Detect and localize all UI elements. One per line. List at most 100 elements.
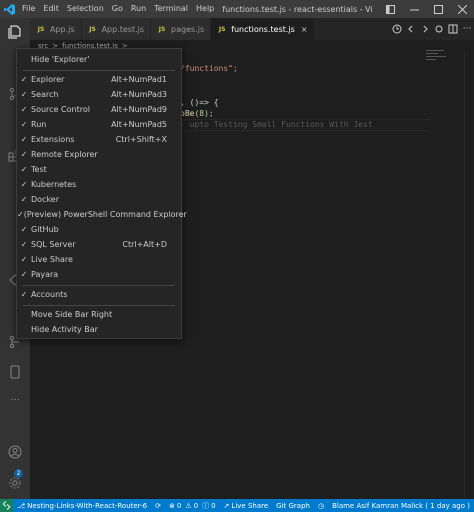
remote-indicator-icon[interactable] [0,499,14,512]
menu-item-powershell-explorer[interactable]: ✓ (Preview) PowerShell Command Explorer [17,207,187,221]
menu-terminal[interactable]: Terminal [150,0,192,18]
payara-icon[interactable] [5,362,25,382]
menu-item-hide-explorer[interactable]: Hide 'Explorer' [17,52,181,66]
tab-label: App.test.js [101,24,145,34]
minimap[interactable] [424,48,464,62]
menu-separator [23,305,175,306]
menu-item-label: Run [31,119,47,129]
settings-icon[interactable] [5,473,25,493]
menu-item-move-side-bar-right[interactable]: Move Side Bar Right [17,307,181,321]
menu-item-run[interactable]: ✓ Run Alt+NumPad5 [17,117,181,131]
menu-run[interactable]: Run [127,0,150,18]
open-changes-icon[interactable] [432,18,446,40]
menu-item-label: Test [31,164,47,174]
problems-item[interactable]: ⊗ 0 ⚠ 0 ⓘ 0 [165,501,220,511]
code-fn: oBe [180,109,195,118]
menu-selection[interactable]: Selection [63,0,108,18]
menu-item-label: Docker [31,194,60,204]
git-branch-icon: ⎇ [17,501,26,510]
js-icon: JS [158,25,166,33]
live-share-item[interactable]: ↗ Live Share [220,502,273,510]
menu-item-hide-activity-bar[interactable]: Hide Activity Bar [17,322,181,336]
timeline-icon[interactable] [390,18,404,40]
check-icon: ✓ [20,74,28,84]
split-editor-icon[interactable] [446,18,460,40]
menu-item-kubernetes[interactable]: ✓ Kubernetes [17,177,181,191]
check-icon: ✓ [20,134,28,144]
tab-label: functions.test.js [231,24,295,34]
tab-pages-js[interactable]: JS pages.js [151,18,212,40]
activity-bar-context-menu: Hide 'Explorer' ✓ Explorer Alt+NumPad1 ✓… [16,48,187,339]
menu-item-label: Accounts [31,289,68,299]
menu-item-search[interactable]: ✓ Search Alt+NumPad3 [17,87,181,101]
menu-go[interactable]: Go [108,0,127,18]
error-icon: ⊗ [168,501,175,510]
forward-icon[interactable] [418,18,432,40]
menu-item-source-control[interactable]: ✓ Source Control Alt+NumPad9 [17,102,181,116]
check-icon: ✓ [20,239,28,249]
check-icon: ✓ [20,194,28,204]
code-line: /functions"; [180,64,238,73]
menu-item-sql-server[interactable]: ✓ SQL Server Ctrl+Alt+D [17,237,181,251]
menu-edit[interactable]: Edit [39,0,63,18]
blame-label: Blame Asif Kamran Malick ( 1 day ago ) [332,501,470,510]
js-icon: JS [89,25,96,33]
inline-blame-text: - upto Testing Small Functions With Jest [180,120,373,129]
code-args: (8); [194,109,214,118]
tab-label: App.js [50,24,75,34]
explorer-icon[interactable] [5,22,25,42]
menu-item-label: Hide 'Explorer' [31,54,90,64]
check-icon: ✓ [20,89,28,99]
menu-item-explorer[interactable]: ✓ Explorer Alt+NumPad1 [17,72,181,86]
menu-item-label: Move Side Bar Right [31,309,113,319]
sync-icon[interactable]: ⟳ [151,502,165,510]
menu-item-shortcut: Alt+NumPad9 [111,104,167,114]
minimize-icon[interactable] [402,0,426,18]
menu-item-accounts[interactable]: ✓ Accounts [17,287,181,301]
git-graph-item[interactable]: Git Graph [272,502,314,510]
layout-icon[interactable] [378,0,402,18]
blame-item[interactable]: Blame Asif Kamran Malick ( 1 day ago ) [328,502,474,510]
menu-file[interactable]: File [18,0,39,18]
menu-item-label: Extensions [31,134,75,144]
tab-app-test-js[interactable]: JS App.test.js [81,18,152,40]
git-graph-label: Git Graph [276,501,310,510]
menu-item-remote-explorer[interactable]: ✓ Remote Explorer [17,147,181,161]
menu-item-label: (Preview) PowerShell Command Explorer [23,209,187,219]
live-share-label: Live Share [231,501,269,510]
menu-item-payara[interactable]: ✓ Payara [17,267,181,281]
menu-item-shortcut: Alt+NumPad1 [111,74,167,84]
tab-app-js[interactable]: JS App.js [30,18,82,40]
menu-help[interactable]: Help [192,0,218,18]
more-actions-icon[interactable]: ··· [460,18,474,40]
close-icon[interactable] [450,0,474,18]
menu-item-shortcut: Ctrl+Shift+X [115,134,167,144]
menu-item-test[interactable]: ✓ Test [17,162,181,176]
menu-item-github[interactable]: ✓ GitHub [17,222,181,236]
back-icon[interactable] [404,18,418,40]
close-tab-icon[interactable]: × [301,25,308,34]
js-icon: JS [218,25,226,33]
check-icon: ✓ [17,209,24,219]
menu-item-docker[interactable]: ✓ Docker [17,192,181,206]
menu-item-live-share[interactable]: ✓ Live Share [17,252,181,266]
accounts-icon[interactable] [5,442,25,462]
check-icon: ✓ [20,119,28,129]
more-icon[interactable]: ··· [5,390,25,410]
tab-functions-test-js[interactable]: JS functions.test.js × [211,18,315,40]
menu-item-label: Kubernetes [31,179,77,189]
history-icon[interactable]: ◷ [314,502,328,510]
error-count: 0 [176,501,182,510]
menu-item-label: Hide Activity Bar [31,324,98,334]
info-count: 0 [211,501,216,510]
warning-icon: ⚠ [185,501,192,510]
branch-item[interactable]: ⎇ Nesting-Links-With-React-Router-6 [13,502,151,510]
menu-item-shortcut: Ctrl+Alt+D [122,239,167,249]
maximize-icon[interactable] [426,0,450,18]
check-icon: ✓ [20,104,28,114]
menu-item-extensions[interactable]: ✓ Extensions Ctrl+Shift+X [17,132,181,146]
info-icon: ⓘ [202,501,210,510]
menu-item-shortcut: Alt+NumPad3 [111,89,167,99]
vertical-scrollbar[interactable] [464,52,474,499]
menu-item-label: SQL Server [31,239,76,249]
